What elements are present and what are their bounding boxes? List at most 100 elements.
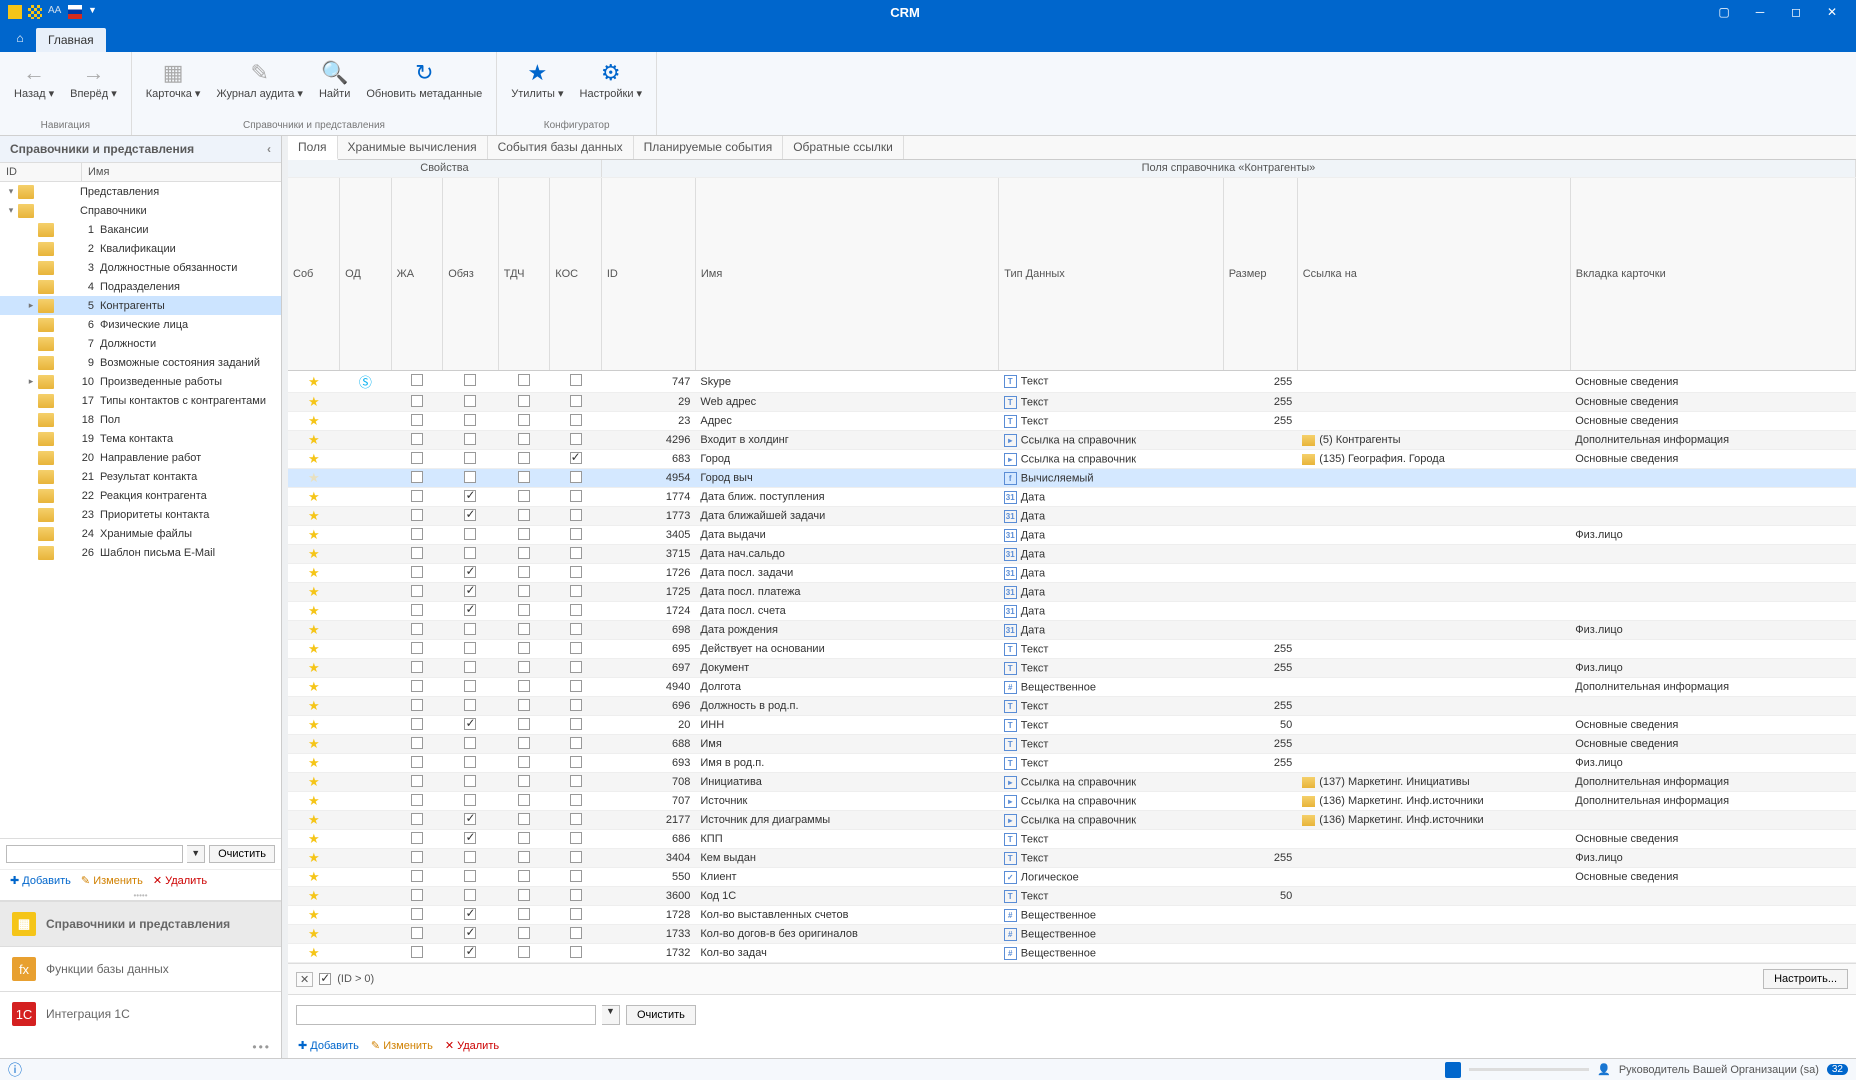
checkbox[interactable] bbox=[464, 566, 476, 578]
checkbox[interactable] bbox=[411, 604, 423, 616]
maximize-icon[interactable]: ◻ bbox=[1784, 3, 1808, 21]
checkbox[interactable] bbox=[464, 452, 476, 464]
checkbox[interactable] bbox=[464, 604, 476, 616]
checkbox[interactable] bbox=[570, 490, 582, 502]
nav-panel[interactable]: ▦Справочники и представления bbox=[0, 901, 281, 946]
checkbox[interactable] bbox=[570, 718, 582, 730]
grid-delete-button[interactable]: ✕ Удалить bbox=[445, 1039, 499, 1052]
tree-clear-button[interactable]: Очистить bbox=[209, 845, 275, 863]
tree-edit-button[interactable]: ✎ Изменить bbox=[81, 874, 143, 887]
checkbox[interactable] bbox=[464, 433, 476, 445]
tree-node[interactable]: 23Приоритеты контакта bbox=[0, 505, 281, 524]
info-icon[interactable]: ⓘ bbox=[8, 1060, 22, 1080]
grid-row[interactable]: ★696Должность в род.п.TТекст255 bbox=[288, 697, 1856, 716]
grid-row[interactable]: ★2177Источник для диаграммы▸Ссылка на сп… bbox=[288, 811, 1856, 830]
grid-row[interactable]: ★1773Дата ближайшей задачи31Дата bbox=[288, 507, 1856, 526]
checkbox[interactable] bbox=[570, 737, 582, 749]
checkbox[interactable] bbox=[570, 433, 582, 445]
tree-col-id[interactable]: ID bbox=[0, 163, 82, 181]
grid-row[interactable]: ★4296Входит в холдинг▸Ссылка на справочн… bbox=[288, 431, 1856, 450]
grid-row[interactable]: ★693Имя в род.п.TТекст255Физ.лицо bbox=[288, 754, 1856, 773]
grid-row[interactable]: ★1724Дата посл. счета31Дата bbox=[288, 602, 1856, 621]
minimize-icon[interactable]: ─ bbox=[1748, 3, 1772, 21]
checkbox[interactable] bbox=[570, 528, 582, 540]
checkbox[interactable] bbox=[518, 547, 530, 559]
grid-row[interactable]: ★708Инициатива▸Ссылка на справочник(137)… bbox=[288, 773, 1856, 792]
checkbox[interactable] bbox=[464, 471, 476, 483]
checkbox[interactable] bbox=[570, 927, 582, 939]
content-tab[interactable]: Поля bbox=[288, 136, 338, 160]
checkbox[interactable] bbox=[518, 946, 530, 958]
checkbox[interactable] bbox=[411, 433, 423, 445]
home-icon[interactable]: ⌂ bbox=[8, 28, 32, 48]
grid-row[interactable]: ★4940Долгота#ВещественноеДополнительная … bbox=[288, 678, 1856, 697]
checkbox[interactable] bbox=[411, 547, 423, 559]
col-header[interactable]: Соб bbox=[288, 177, 340, 371]
grid-row[interactable]: ★23АдресTТекст255Основные сведения bbox=[288, 412, 1856, 431]
grid-add-button[interactable]: ✚ Добавить bbox=[298, 1039, 359, 1052]
ribbon-Найти[interactable]: 🔍Найти bbox=[313, 56, 356, 103]
checkbox[interactable] bbox=[570, 642, 582, 654]
checkbox[interactable] bbox=[464, 775, 476, 787]
checkbox[interactable] bbox=[518, 374, 530, 386]
checkbox[interactable] bbox=[518, 452, 530, 464]
checkbox[interactable] bbox=[570, 946, 582, 958]
checkbox[interactable] bbox=[518, 490, 530, 502]
checkbox[interactable] bbox=[570, 623, 582, 635]
checkbox[interactable] bbox=[411, 870, 423, 882]
checkbox[interactable] bbox=[411, 566, 423, 578]
tree-node[interactable]: 22Реакция контрагента bbox=[0, 486, 281, 505]
tree-node[interactable]: 6Физические лица bbox=[0, 315, 281, 334]
checkbox[interactable] bbox=[570, 471, 582, 483]
tree-node[interactable]: ▸10Произведенные работы bbox=[0, 372, 281, 391]
grid-row[interactable]: ★683Город▸Ссылка на справочник(135) Геог… bbox=[288, 450, 1856, 469]
col-header[interactable]: Тип Данных bbox=[999, 177, 1223, 371]
checkbox[interactable] bbox=[518, 870, 530, 882]
checkbox[interactable] bbox=[518, 661, 530, 673]
checkbox[interactable] bbox=[518, 927, 530, 939]
grid-row[interactable]: ★20ИННTТекст50Основные сведения bbox=[288, 716, 1856, 735]
tree-node[interactable]: ▾Справочники bbox=[0, 201, 281, 220]
nav-panel[interactable]: fxФункции базы данных bbox=[0, 946, 281, 991]
filter-configure-button[interactable]: Настроить... bbox=[1763, 969, 1848, 989]
content-tab[interactable]: Хранимые вычисления bbox=[338, 136, 488, 159]
checkbox[interactable] bbox=[464, 528, 476, 540]
tree-node[interactable]: 19Тема контакта bbox=[0, 429, 281, 448]
tree-filter-input[interactable] bbox=[6, 845, 183, 863]
ribbon-Вперёд[interactable]: →Вперёд ▾ bbox=[64, 56, 123, 103]
checkbox[interactable] bbox=[464, 374, 476, 386]
checkbox[interactable] bbox=[570, 374, 582, 386]
checkbox[interactable] bbox=[411, 471, 423, 483]
grid-row[interactable]: ★1733Кол-во догов-в без оригиналов#Вещес… bbox=[288, 925, 1856, 944]
checkbox[interactable] bbox=[570, 414, 582, 426]
col-header[interactable]: КОС bbox=[550, 177, 602, 371]
checkbox[interactable] bbox=[411, 661, 423, 673]
checkbox[interactable] bbox=[570, 775, 582, 787]
checkbox[interactable] bbox=[570, 813, 582, 825]
checkbox[interactable] bbox=[570, 547, 582, 559]
checkbox[interactable] bbox=[464, 395, 476, 407]
checkbox[interactable] bbox=[518, 642, 530, 654]
checkbox[interactable] bbox=[464, 813, 476, 825]
grid-row[interactable]: ★1732Кол-во задач#Вещественное bbox=[288, 944, 1856, 963]
checkbox[interactable] bbox=[570, 395, 582, 407]
checkbox[interactable] bbox=[411, 509, 423, 521]
checkbox[interactable] bbox=[464, 889, 476, 901]
grid-row[interactable]: ★550Клиент✓ЛогическоеОсновные сведения bbox=[288, 868, 1856, 887]
checkbox[interactable] bbox=[570, 661, 582, 673]
tab-main[interactable]: Главная bbox=[36, 28, 106, 52]
ribbon-Журнал аудита[interactable]: ✎Журнал аудита ▾ bbox=[210, 56, 309, 103]
grid-row[interactable]: ★1725Дата посл. платежа31Дата bbox=[288, 583, 1856, 602]
checkbox[interactable] bbox=[570, 680, 582, 692]
db-icon[interactable] bbox=[1445, 1062, 1461, 1078]
grid-row[interactable]: ★3600Код 1СTТекст50 bbox=[288, 887, 1856, 906]
checkbox[interactable] bbox=[464, 927, 476, 939]
grid-row[interactable]: ★686КППTТекстОсновные сведения bbox=[288, 830, 1856, 849]
tree-node[interactable]: 3Должностные обязанности bbox=[0, 258, 281, 277]
col-header[interactable]: Обяз bbox=[443, 177, 499, 371]
checkbox[interactable] bbox=[518, 395, 530, 407]
checkbox[interactable] bbox=[570, 889, 582, 901]
grid-row[interactable]: ★3404Кем выданTТекст255Физ.лицо bbox=[288, 849, 1856, 868]
checkbox[interactable] bbox=[464, 414, 476, 426]
tree-node[interactable]: 26Шаблон письма E-Mail bbox=[0, 543, 281, 562]
